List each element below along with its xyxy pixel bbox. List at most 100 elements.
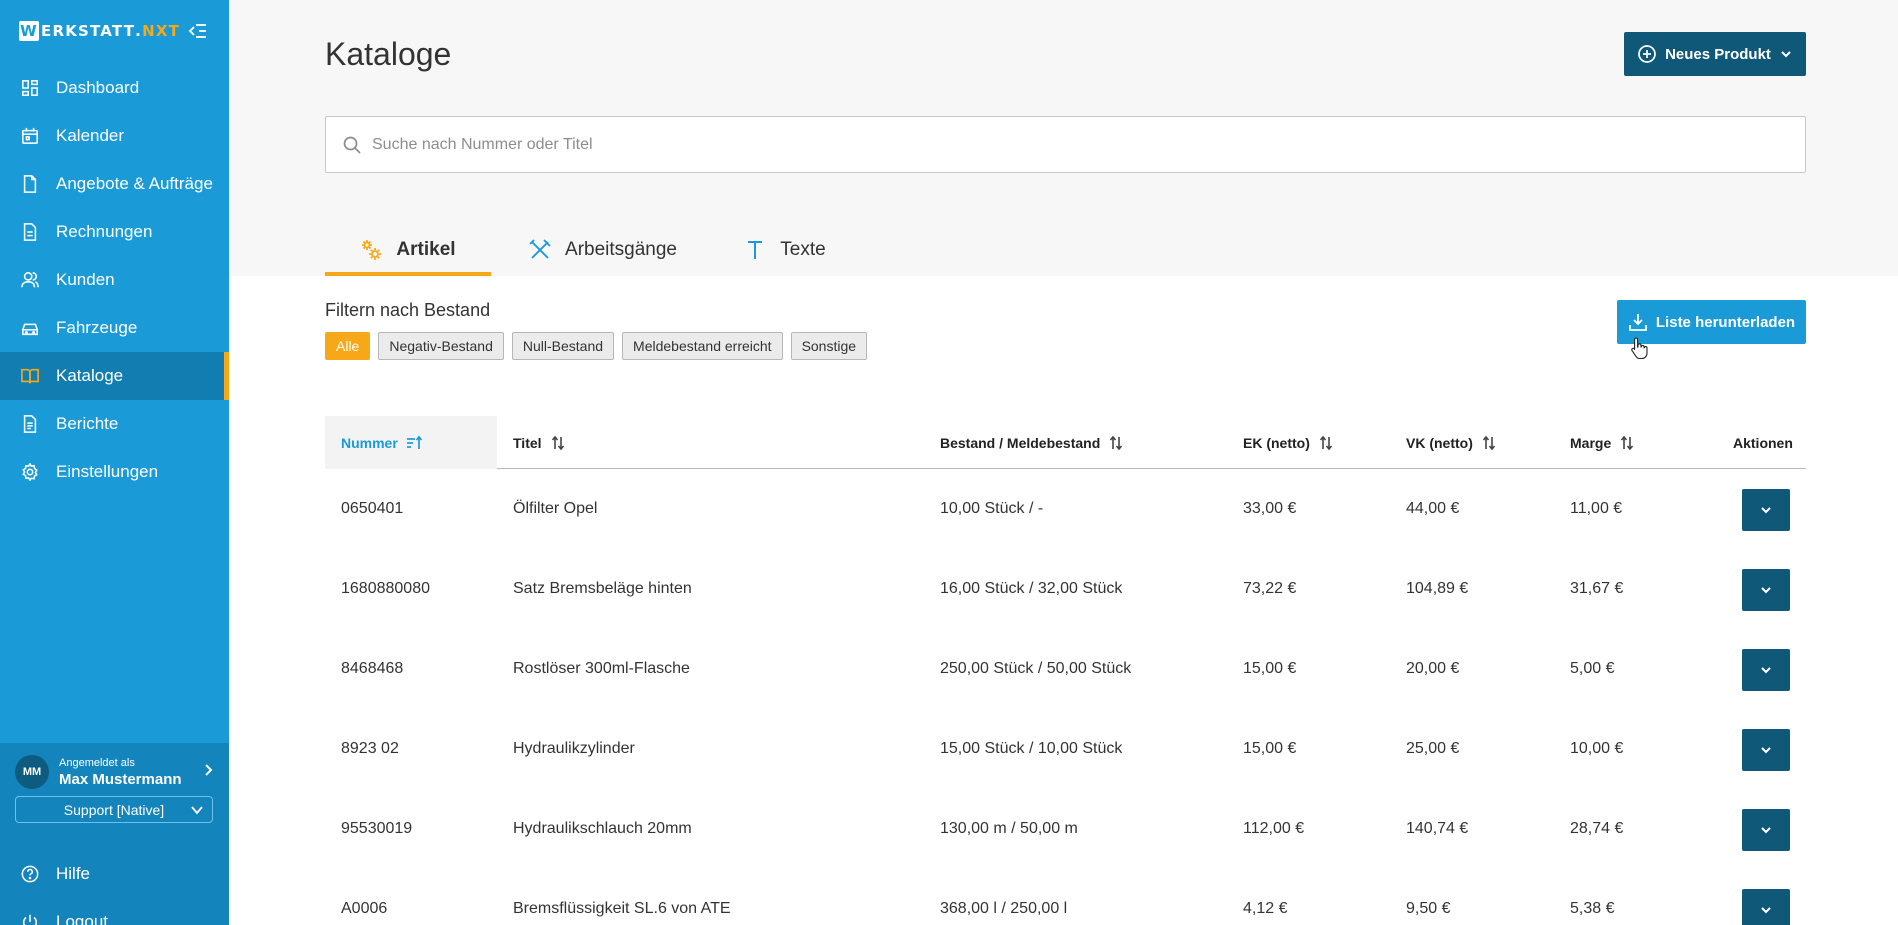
- cell-marge: 5,00 €: [1570, 660, 1615, 677]
- support-select[interactable]: Support [Native]: [15, 796, 213, 823]
- users-icon: [20, 270, 40, 290]
- sidebar-item-rechnungen[interactable]: Rechnungen: [0, 208, 229, 256]
- user-info: Angemeldet als Max Mustermann: [59, 756, 201, 789]
- filter-chip-alle[interactable]: Alle: [325, 332, 371, 360]
- row-actions-button[interactable]: [1742, 649, 1790, 691]
- row-actions-button[interactable]: [1742, 729, 1790, 771]
- column-header-nummer[interactable]: Nummer: [325, 416, 497, 469]
- tab-label: Arbeitsgänge: [565, 238, 677, 260]
- report-icon: [20, 414, 40, 434]
- cell-bestand: 10,00 Stück / -: [940, 500, 1044, 517]
- articles-table: Nummer Titel Bestand / Meldebestand EK (…: [325, 416, 1806, 925]
- table-row[interactable]: A0006 Bremsflüssigkeit SL.6 von ATE 368,…: [325, 869, 1806, 925]
- cell-nummer: 8468468: [341, 660, 404, 677]
- download-list-label: Liste herunterladen: [1655, 313, 1796, 331]
- filter-chip-sonstige[interactable]: Sonstige: [790, 332, 868, 360]
- user-menu[interactable]: MM Angemeldet als Max Mustermann: [15, 753, 215, 791]
- cell-vk: 9,50 €: [1406, 900, 1451, 917]
- row-actions-button[interactable]: [1742, 569, 1790, 611]
- sort-icon: [1619, 435, 1635, 451]
- document-icon: [20, 174, 40, 194]
- cell-nummer: 1680880080: [341, 580, 430, 597]
- logout-link[interactable]: Logout: [0, 902, 229, 925]
- column-header-bestand[interactable]: Bestand / Meldebestand: [940, 416, 1124, 469]
- cell-vk: 44,00 €: [1406, 500, 1460, 517]
- cell-titel: Bremsflüssigkeit SL.6 von ATE: [513, 900, 731, 917]
- search-input[interactable]: [372, 135, 1805, 154]
- collapse-sidebar-icon[interactable]: [188, 22, 208, 40]
- column-header-titel[interactable]: Titel: [513, 416, 566, 469]
- sidebar-item-fahrzeuge[interactable]: Fahrzeuge: [0, 304, 229, 352]
- sidebar-item-berichte[interactable]: Berichte: [0, 400, 229, 448]
- sidebar-item-einstellungen[interactable]: Einstellungen: [0, 448, 229, 496]
- invoice-icon: [20, 222, 40, 242]
- sidebar-item-kataloge[interactable]: Kataloge: [0, 352, 229, 400]
- column-header-vk[interactable]: VK (netto): [1406, 416, 1497, 469]
- cell-bestand: 16,00 Stück / 32,00 Stück: [940, 580, 1123, 597]
- cell-ek: 33,00 €: [1243, 500, 1297, 517]
- logout-label: Logout: [56, 912, 108, 925]
- catalog-tabs: Artikel Arbeitsgänge Texte: [325, 223, 855, 276]
- table-row[interactable]: 0650401 Ölfilter Opel 10,00 Stück / - 33…: [325, 469, 1806, 549]
- row-actions-button[interactable]: [1742, 489, 1790, 531]
- logo-letter: W: [19, 21, 39, 41]
- chevron-down-icon: [1779, 47, 1793, 61]
- table-row[interactable]: 1680880080 Satz Bremsbeläge hinten 16,00…: [325, 549, 1806, 629]
- sidebar-item-kunden[interactable]: Kunden: [0, 256, 229, 304]
- table-row[interactable]: 8468468 Rostlöser 300ml-Flasche 250,00 S…: [325, 629, 1806, 709]
- cell-nummer: A0006: [341, 900, 388, 917]
- dashboard-icon: [20, 78, 40, 98]
- filter-chip-meldebestand[interactable]: Meldebestand erreicht: [622, 332, 783, 360]
- tab-texte[interactable]: Texte: [715, 223, 855, 276]
- sidebar-item-label: Berichte: [56, 414, 119, 433]
- table-row[interactable]: 8923 02 Hydraulikzylinder 15,00 Stück / …: [325, 709, 1806, 789]
- row-actions-button[interactable]: [1742, 889, 1790, 925]
- new-product-label: Neues Produkt: [1665, 45, 1771, 63]
- new-product-button[interactable]: Neues Produkt: [1624, 32, 1806, 76]
- sidebar-item-label: Kunden: [56, 270, 115, 289]
- user-name: Max Mustermann: [59, 770, 182, 788]
- gear-icon: [20, 462, 40, 482]
- calendar-icon: [20, 126, 40, 146]
- car-icon: [20, 318, 40, 338]
- help-link[interactable]: Hilfe: [0, 854, 229, 894]
- sidebar-item-angebote[interactable]: Angebote & Aufträge: [0, 160, 229, 208]
- sidebar-item-label: Dashboard: [56, 78, 140, 97]
- tools-icon: [529, 238, 551, 261]
- cell-marge: 31,67 €: [1570, 580, 1624, 597]
- row-actions-button[interactable]: [1742, 809, 1790, 851]
- tab-label: Artikel: [396, 238, 456, 260]
- chevron-down-icon: [190, 803, 204, 817]
- sidebar-item-kalender[interactable]: Kalender: [0, 112, 229, 160]
- column-header-ek[interactable]: EK (netto): [1243, 416, 1334, 469]
- cell-ek: 4,12 €: [1243, 900, 1288, 917]
- sidebar-item-label: Kataloge: [56, 366, 124, 385]
- cell-marge: 28,74 €: [1570, 820, 1624, 837]
- app-logo[interactable]: W ERKSTATT. NXT: [19, 21, 180, 41]
- search-bar: [325, 116, 1806, 173]
- column-header-marge[interactable]: Marge: [1570, 416, 1635, 469]
- plus-circle-icon: [1637, 44, 1657, 64]
- cell-nummer: 8923 02: [341, 740, 399, 757]
- table-row[interactable]: 95530019 Hydraulikschlauch 20mm 130,00 m…: [325, 789, 1806, 869]
- sidebar-item-label: Rechnungen: [56, 222, 153, 241]
- column-header-aktionen: Aktionen: [1733, 434, 1793, 451]
- filter-chip-negativ[interactable]: Negativ-Bestand: [378, 332, 504, 360]
- help-label: Hilfe: [56, 864, 91, 883]
- cell-titel: Ölfilter Opel: [513, 500, 598, 517]
- cell-nummer: 0650401: [341, 500, 404, 517]
- cell-vk: 20,00 €: [1406, 660, 1460, 677]
- cell-bestand: 15,00 Stück / 10,00 Stück: [940, 740, 1123, 757]
- chevron-down-icon: [1761, 507, 1771, 514]
- help-icon: [20, 864, 40, 884]
- book-icon: [20, 366, 40, 386]
- chevron-down-icon: [1761, 667, 1771, 674]
- chevron-down-icon: [1761, 747, 1771, 754]
- tab-arbeitsgaenge[interactable]: Arbeitsgänge: [491, 223, 715, 276]
- cell-vk: 140,74 €: [1406, 820, 1469, 837]
- cell-titel: Hydraulikzylinder: [513, 740, 635, 757]
- tab-artikel[interactable]: Artikel: [325, 223, 491, 276]
- filter-chip-null[interactable]: Null-Bestand: [511, 332, 615, 360]
- cell-ek: 15,00 €: [1243, 660, 1297, 677]
- sidebar-item-dashboard[interactable]: Dashboard: [0, 64, 229, 112]
